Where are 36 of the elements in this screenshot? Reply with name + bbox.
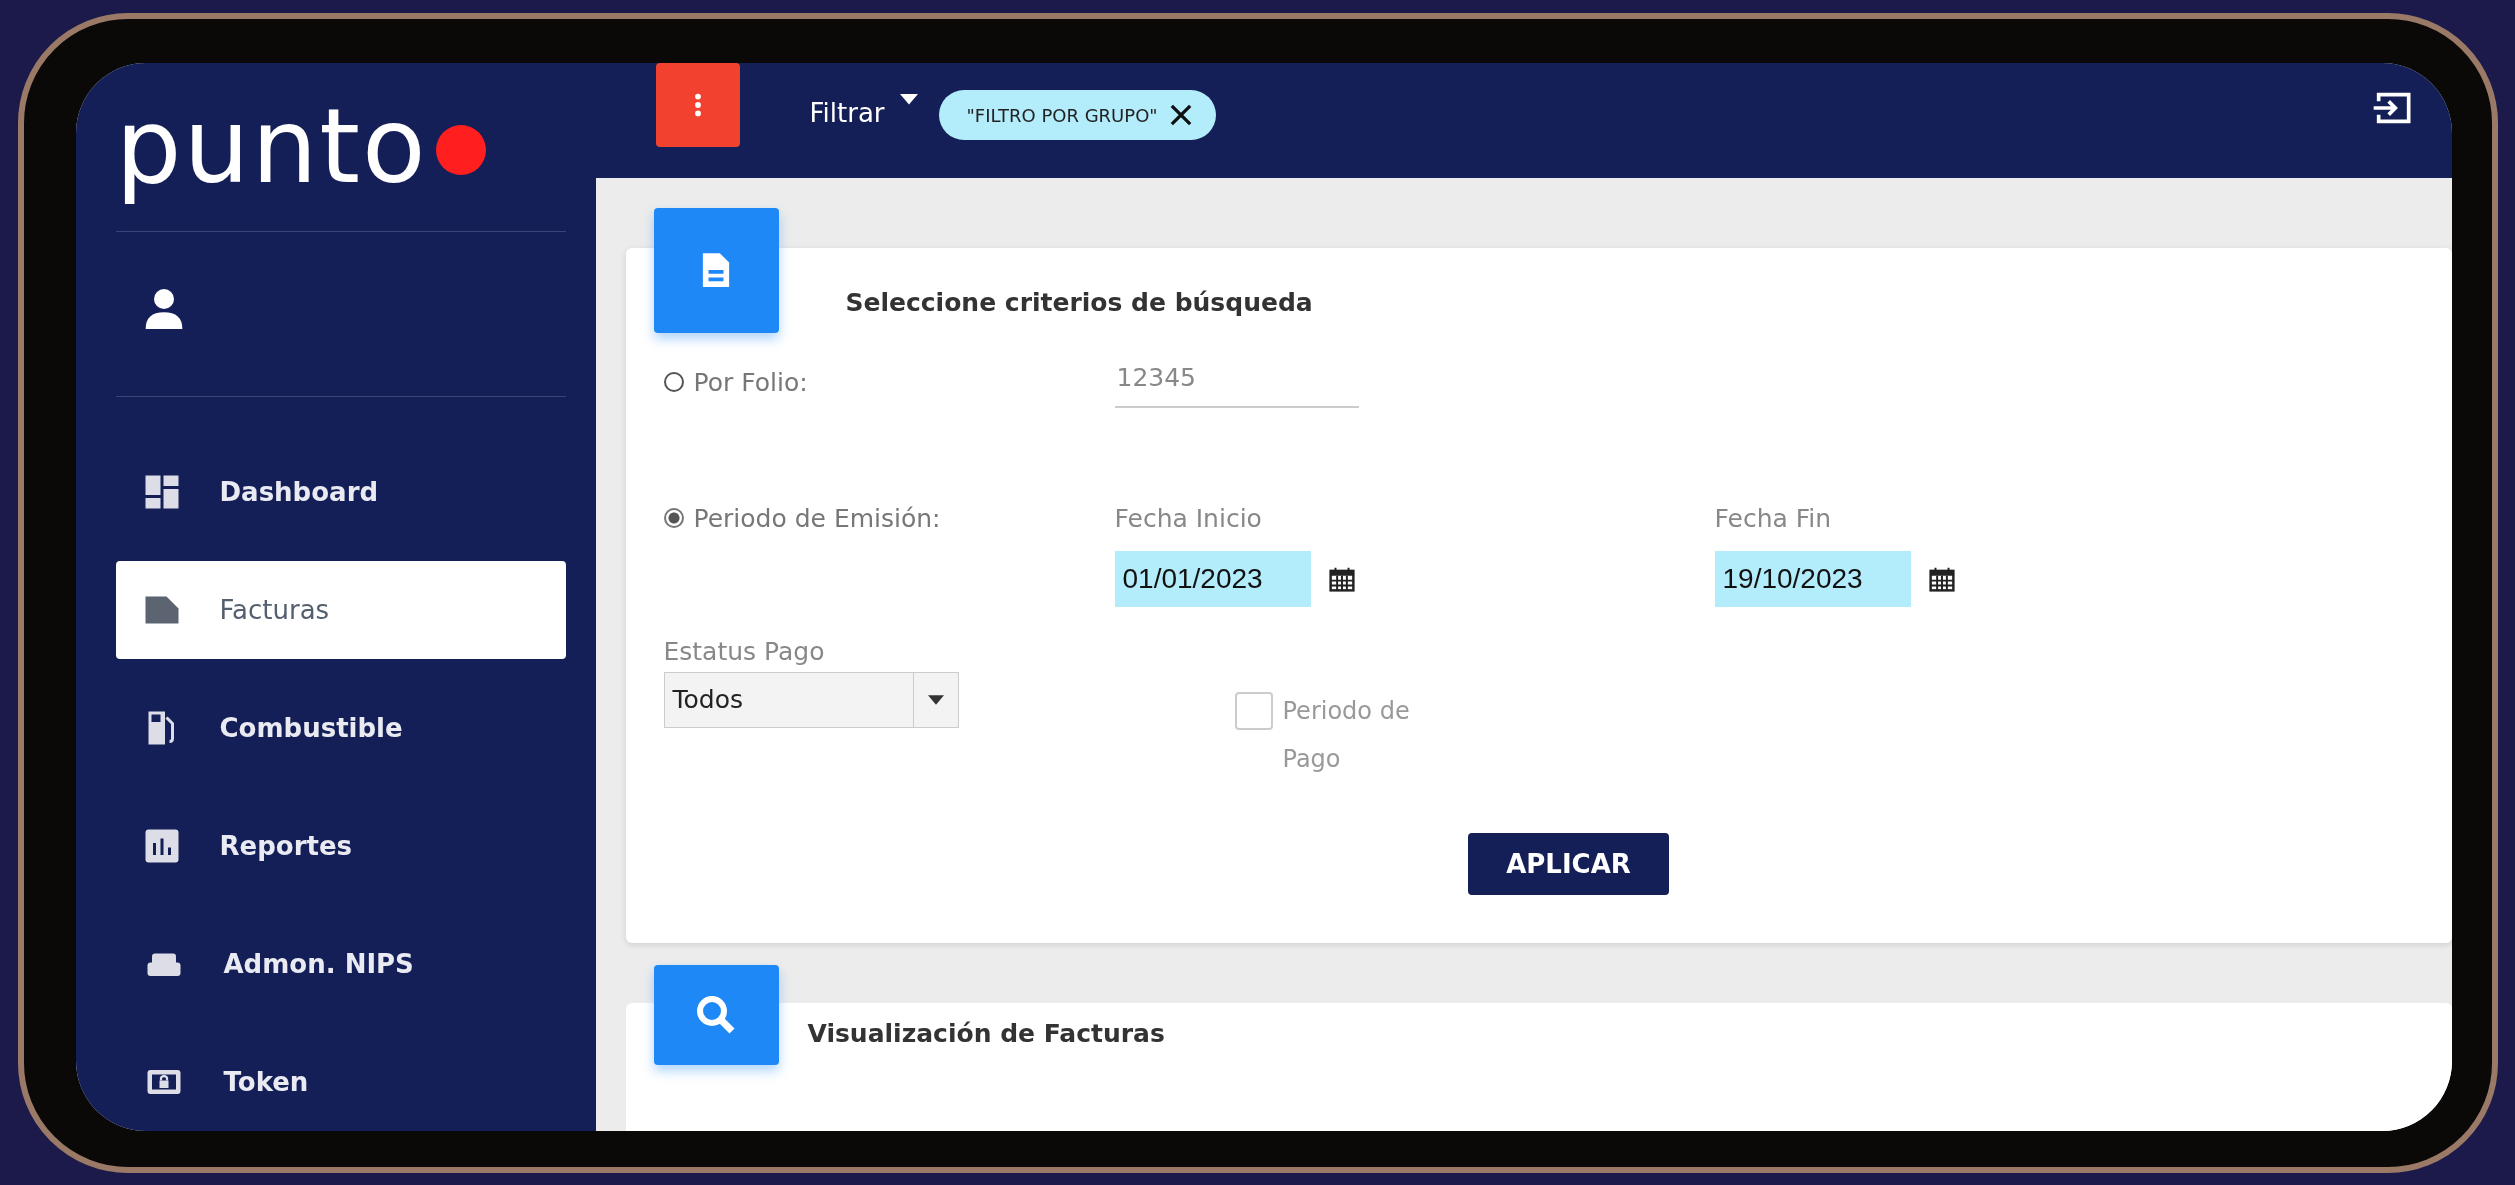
checkbox-label: Periodo de Pago [1282, 695, 1411, 775]
status-select[interactable]: Todos [663, 671, 959, 728]
field-label: Fecha Fin [1714, 503, 1833, 533]
logo-text: punto [115, 83, 428, 209]
user-icon[interactable] [143, 286, 184, 331]
document-icon [701, 251, 731, 289]
filter-dropdown[interactable]: Filtrar [809, 98, 885, 128]
sidebar-item[interactable]: Admon. NIPS [115, 914, 566, 1013]
sidebar-item[interactable]: Dashboard [115, 442, 566, 541]
search-icon [696, 994, 736, 1035]
bar-chart-icon [143, 827, 180, 864]
radio-button[interactable] [663, 372, 684, 392]
caret-icon[interactable] [898, 94, 919, 106]
apply-button[interactable]: APLICAR [1468, 832, 1669, 895]
field-label: Fecha Inicio [1114, 503, 1263, 533]
radio-label: Por Folio: [693, 367, 808, 397]
chip-label: "FILTRO POR GRUPO" [966, 104, 1158, 126]
caret-icon [927, 694, 944, 705]
more-vertical-icon [693, 93, 702, 117]
close-icon[interactable] [1169, 104, 1192, 126]
radio-label: Periodo de Emisión: [693, 503, 941, 533]
card-title: Seleccione criterios de búsqueda [845, 287, 1314, 317]
sidebar-item[interactable]: Facturas [115, 560, 566, 659]
card-title: Visualización de Facturas [807, 1018, 1166, 1048]
logout-icon[interactable] [2371, 91, 2412, 125]
radio-button[interactable] [663, 508, 684, 528]
dashboard-icon [143, 473, 180, 510]
field-label: Estatus Pago [663, 636, 826, 666]
checkbox[interactable] [1234, 691, 1273, 730]
sidebar-item[interactable]: Reportes [115, 796, 566, 895]
sidebar-item[interactable]: Combustible [115, 678, 566, 777]
date-field[interactable]: 01/01/2023 [1114, 550, 1311, 607]
calendar-icon[interactable] [1928, 565, 1955, 592]
sidebar-item[interactable]: Token [115, 1032, 566, 1131]
calendar-icon[interactable] [1328, 565, 1355, 592]
date-field[interactable]: 19/10/2023 [1714, 550, 1911, 607]
